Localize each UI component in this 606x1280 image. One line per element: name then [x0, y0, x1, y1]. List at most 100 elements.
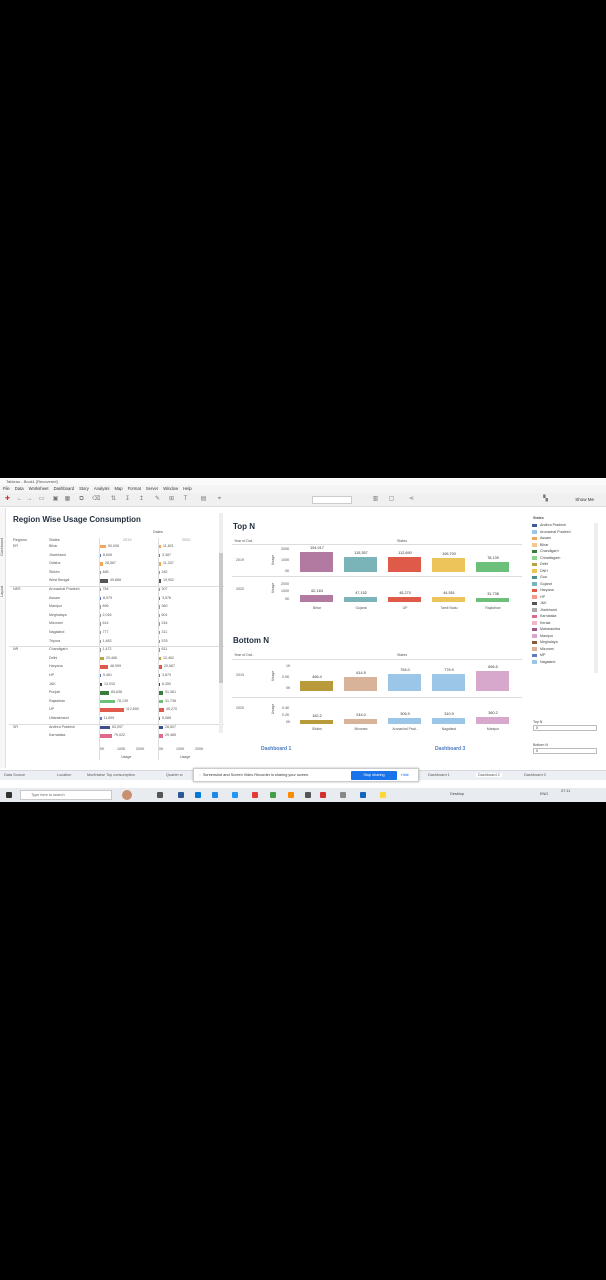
bottom-n-input[interactable]: 5 — [533, 748, 597, 754]
legend-title: States — [533, 516, 544, 520]
legend-label: Jharkhand — [540, 607, 557, 612]
legend-swatch — [532, 601, 537, 606]
app-icon[interactable] — [288, 792, 294, 798]
windows-start-icon[interactable] — [6, 792, 12, 798]
taskbar: Type here to search Desktop ENG 07:11 — [0, 788, 606, 802]
legend-swatch — [532, 627, 537, 632]
tab-dashboard-3[interactable]: Dashboard 3 — [524, 773, 546, 777]
grip-icon[interactable]: ⋮ — [198, 773, 202, 778]
tableau-window: Tableau - Book1 [Recovered] File Data Work… — [0, 478, 606, 802]
tab-data-source[interactable]: Data Source — [4, 773, 25, 777]
legend-label: Bihar — [540, 542, 549, 547]
bar[interactable] — [344, 677, 377, 691]
legend-label: MP — [540, 653, 546, 657]
bar[interactable] — [432, 717, 465, 724]
legend-label: Kerala — [540, 620, 551, 625]
taskbar-search[interactable]: Type here to search — [20, 790, 112, 800]
bar-value-label: 754.0 — [400, 668, 410, 673]
legend-swatch — [532, 543, 537, 547]
legend-label: HP — [540, 594, 545, 599]
app-icon[interactable] — [340, 792, 346, 798]
legend-label: Chhattisgarh — [540, 555, 561, 560]
top-n-filter-label: Top N — [533, 720, 543, 724]
dashboard-1-button[interactable]: Dashboard 1 — [261, 746, 291, 752]
bar[interactable] — [300, 680, 333, 691]
legend-swatch — [532, 660, 537, 664]
legend-swatch — [532, 653, 537, 658]
tab-location[interactable]: Location — [57, 773, 71, 777]
tab-dashboard-2[interactable]: Dashboard 2 — [476, 773, 502, 777]
explorer-icon[interactable] — [195, 792, 201, 798]
bar[interactable] — [388, 674, 421, 691]
chrome-icon[interactable] — [252, 792, 258, 798]
tab-dashboard-1[interactable]: Dashboard 1 — [428, 773, 450, 777]
tab-quarter[interactable]: Quarter w — [166, 773, 183, 777]
bar[interactable] — [432, 673, 465, 691]
tab-monthwise-top[interactable]: Monthwise Top consumption — [87, 773, 135, 777]
bar[interactable] — [300, 720, 333, 724]
bar-value-label: 614.5 — [356, 671, 366, 676]
category-label: Arunachal Prad.. — [392, 727, 418, 731]
task-view-icon[interactable] — [157, 792, 163, 798]
legend-label: Delhi — [540, 562, 549, 566]
edge-icon[interactable] — [212, 792, 218, 798]
bar-value-label: 244.0 — [356, 713, 366, 718]
app-icon[interactable] — [232, 792, 238, 798]
bar[interactable] — [388, 718, 421, 724]
app-icon[interactable] — [305, 792, 311, 798]
category-label: Nagaland — [441, 727, 457, 731]
app-icon[interactable] — [380, 792, 386, 798]
bar-value-label: 896.5 — [488, 665, 498, 669]
avatar[interactable] — [122, 790, 132, 800]
category-label: Mizoram — [354, 727, 368, 731]
bar-value-label: 310.9 — [444, 711, 454, 716]
legend-label: Manipur — [540, 633, 553, 638]
bar-value-label: 182.2 — [312, 714, 322, 719]
legend-swatch — [532, 595, 537, 599]
dashboard-3-button[interactable]: Dashboard 3 — [435, 746, 465, 752]
legend-swatch — [532, 640, 537, 645]
legend-swatch — [532, 556, 537, 560]
app-icon[interactable] — [178, 792, 184, 798]
app-icon[interactable] — [270, 792, 276, 798]
legend-swatch — [532, 647, 537, 651]
legend-swatch — [532, 523, 537, 528]
top-n-input[interactable]: 5 — [533, 725, 597, 731]
legend-scrollbar[interactable] — [594, 523, 598, 673]
legend-label: Mizoram — [540, 646, 554, 651]
top-n-filter: Top N 5 — [530, 720, 600, 734]
category-label: Sikkim — [312, 727, 322, 731]
desktop-label[interactable]: Desktop — [450, 792, 464, 796]
legend-label: Arunachal Pradesh — [540, 529, 571, 534]
legend-label: Assam — [540, 536, 551, 540]
legend-label: Chandigarh — [540, 549, 559, 553]
legend-swatch — [532, 562, 537, 567]
legend-swatch — [532, 536, 537, 541]
legend-label: Nagaland — [540, 659, 556, 664]
clock[interactable]: 07:11 — [561, 789, 570, 793]
share-message: Screenshot and Screen Video Recorder is … — [203, 773, 310, 777]
legend-label: Andhra Pradesh — [540, 523, 566, 527]
bar[interactable] — [476, 717, 509, 724]
legend-swatch — [532, 569, 537, 573]
app-icon[interactable] — [360, 792, 366, 798]
bar[interactable] — [344, 719, 377, 724]
legend-swatch — [532, 634, 537, 638]
language-indicator[interactable]: ENG — [540, 792, 548, 796]
category-label: Manipur — [486, 727, 500, 731]
screen-share-bar: ⋮ Screenshot and Screen Video Recorder i… — [193, 768, 419, 782]
bar-value-label: 360.2 — [488, 711, 498, 715]
hide-button[interactable]: Hide — [401, 771, 409, 780]
legend-swatch — [532, 621, 537, 625]
legend-label: Meghalaya — [540, 640, 558, 644]
pdf-icon[interactable] — [320, 792, 326, 798]
states-legend: Andhra Pradesh Arunachal Pradesh Assam Biha… — [530, 523, 596, 723]
legend-label: Maharashtra — [540, 627, 561, 631]
bottom-n-filter: Bottom N 5 — [530, 743, 600, 757]
legend-label: Gujarat — [540, 581, 552, 586]
stop-sharing-button[interactable]: Stop sharing — [351, 771, 397, 780]
legend-label: DNH — [540, 568, 548, 573]
legend-swatch — [532, 530, 537, 534]
legend-label: J&K — [540, 601, 547, 605]
bar[interactable] — [476, 671, 509, 691]
